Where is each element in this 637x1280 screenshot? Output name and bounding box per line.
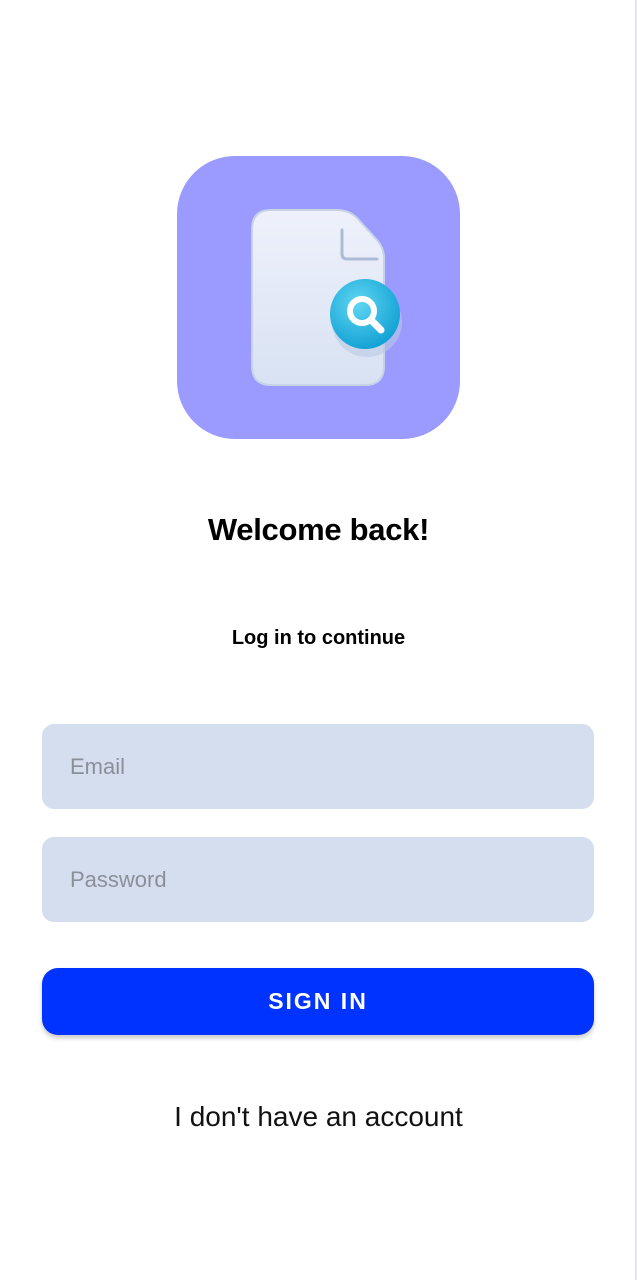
page-title: Welcome back! (207, 512, 430, 547)
document-search-icon (251, 209, 402, 386)
app-logo (177, 156, 460, 439)
email-field[interactable] (70, 753, 566, 780)
page-subtitle: Log in to continue (231, 627, 406, 649)
password-field[interactable] (70, 866, 566, 893)
sign-in-button[interactable]: SIGN IN (42, 968, 594, 1035)
email-field-container (42, 724, 594, 809)
password-field-container (42, 837, 594, 922)
no-account-link[interactable]: I don't have an account (0, 1101, 637, 1133)
